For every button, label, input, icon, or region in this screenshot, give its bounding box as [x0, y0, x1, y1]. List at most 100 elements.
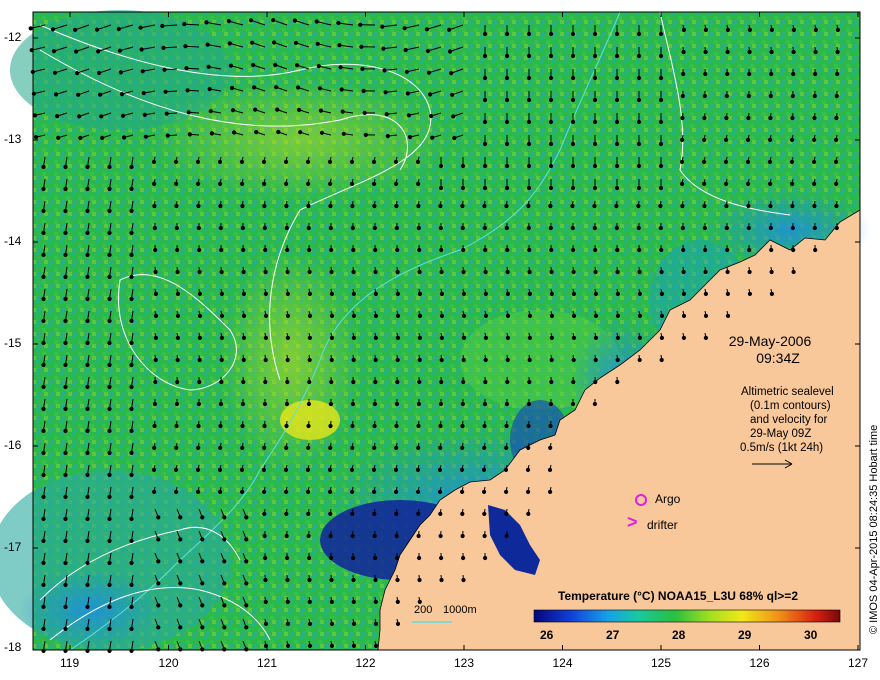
velocity-arrow-head — [372, 511, 377, 517]
velocity-arrow-head — [196, 423, 201, 429]
velocity-arrow-head — [438, 445, 443, 450]
velocity-arrow-head — [206, 64, 211, 69]
velocity-arrow-head — [263, 621, 269, 627]
velocity-arrow-head — [504, 225, 509, 231]
velocity-arrow-head — [197, 247, 202, 253]
velocity-arrow-head — [416, 489, 421, 494]
velocity-arrow-head — [395, 577, 400, 583]
velocity-arrow-head — [548, 75, 554, 81]
velocity-arrow-head — [161, 45, 166, 51]
velocity-arrow-head — [416, 533, 421, 539]
velocity-arrow-head — [570, 203, 575, 209]
velocity-arrow-head — [107, 186, 112, 191]
velocity-arrow-head — [329, 291, 334, 296]
velocity-arrow-head — [262, 511, 267, 517]
velocity-arrow-head — [592, 53, 598, 59]
velocity-arrow-head — [283, 467, 289, 472]
velocity-arrow-head — [174, 423, 179, 429]
velocity-arrow-head — [614, 225, 619, 231]
velocity-arrow-head — [307, 379, 312, 385]
velocity-arrow-head — [107, 296, 112, 301]
velocity-arrow-head — [218, 445, 223, 450]
velocity-arrow-head — [219, 357, 224, 363]
velocity-arrow-head — [526, 203, 531, 209]
velocity-arrow-head — [129, 516, 134, 522]
velocity-arrow-head — [222, 537, 227, 542]
velocity-arrow-head — [175, 247, 180, 253]
velocity-arrow-head — [482, 141, 488, 147]
velocity-arrow-head — [329, 555, 334, 561]
velocity-arrow-head — [482, 489, 487, 494]
velocity-arrow-head — [636, 75, 642, 81]
velocity-arrow-head — [107, 560, 112, 566]
velocity-arrow-head — [505, 379, 510, 385]
velocity-arrow-head — [373, 379, 378, 385]
velocity-arrow-head — [526, 489, 531, 494]
velocity-arrow-head — [263, 357, 268, 363]
velocity-arrow-head — [813, 49, 818, 55]
velocity-arrow-head — [835, 71, 840, 77]
velocity-arrow-head — [336, 20, 341, 26]
velocity-arrow-head — [592, 203, 597, 209]
velocity-arrow-head — [637, 291, 643, 296]
velocity-arrow-head — [219, 379, 224, 385]
velocity-arrow-head — [222, 515, 227, 520]
velocity-arrow-head — [262, 533, 267, 539]
velocity-arrow-head — [373, 357, 378, 363]
info-line-1: Altimetric sealevel — [741, 386, 834, 398]
velocity-arrow-head — [204, 20, 209, 25]
velocity-arrow-head — [504, 31, 510, 37]
velocity-arrow-head — [504, 203, 509, 209]
velocity-arrow-head — [592, 163, 598, 169]
velocity-arrow-head — [328, 225, 333, 231]
velocity-arrow-head — [160, 23, 165, 29]
velocity-arrow-head — [570, 163, 576, 169]
velocity-arrow-head — [139, 47, 144, 52]
velocity-arrow-head — [680, 203, 685, 209]
velocity-arrow-head — [461, 313, 467, 318]
velocity-arrow-head — [197, 291, 202, 296]
velocity-arrow-head — [196, 445, 201, 450]
velocity-arrow-head — [637, 357, 642, 363]
velocity-arrow-head — [63, 626, 68, 632]
velocity-arrow-head — [703, 27, 709, 32]
velocity-arrow-head — [263, 247, 268, 253]
velocity-arrow-head — [725, 291, 731, 296]
velocity-arrow-head — [122, 135, 127, 140]
velocity-arrow-head — [372, 445, 377, 450]
velocity-arrow-head — [359, 44, 364, 49]
velocity-arrow-head — [328, 511, 333, 517]
velocity-arrow-head — [680, 225, 685, 231]
velocity-arrow-head — [373, 247, 378, 253]
velocity-arrow-head — [63, 186, 68, 191]
velocity-arrow-head — [285, 555, 290, 561]
velocity-arrow-head — [129, 164, 134, 169]
velocity-arrow-head — [460, 401, 465, 407]
velocity-arrow-head — [41, 516, 46, 522]
velocity-arrow-head — [526, 401, 532, 407]
velocity-arrow-head — [416, 423, 421, 429]
velocity-arrow-head — [129, 406, 134, 411]
velocity-arrow-head — [504, 401, 509, 407]
velocity-arrow-head — [219, 335, 224, 340]
velocity-arrow-head — [702, 93, 707, 99]
velocity-arrow-head — [319, 130, 325, 135]
velocity-arrow-head — [702, 115, 707, 121]
velocity-arrow-head — [439, 269, 444, 275]
velocity-arrow-head — [571, 335, 577, 340]
velocity-arrow-head — [341, 131, 346, 136]
velocity-arrow-head — [768, 181, 773, 186]
velocity-arrow-head — [439, 313, 445, 318]
velocity-arrow-head — [636, 225, 641, 231]
velocity-arrow-head — [351, 313, 357, 318]
velocity-arrow-head — [195, 159, 201, 164]
velocity-arrow-head — [373, 313, 379, 318]
velocity-arrow-head — [438, 533, 443, 539]
velocity-arrow-head — [459, 467, 465, 472]
velocity-arrow-head — [107, 406, 112, 411]
info-line-2: (0.1m contours) — [750, 400, 831, 412]
velocity-arrow-head — [129, 318, 134, 323]
x-tick-label: 122 — [355, 656, 376, 670]
velocity-arrow-head — [724, 93, 729, 99]
velocity-arrow-head — [263, 379, 268, 385]
